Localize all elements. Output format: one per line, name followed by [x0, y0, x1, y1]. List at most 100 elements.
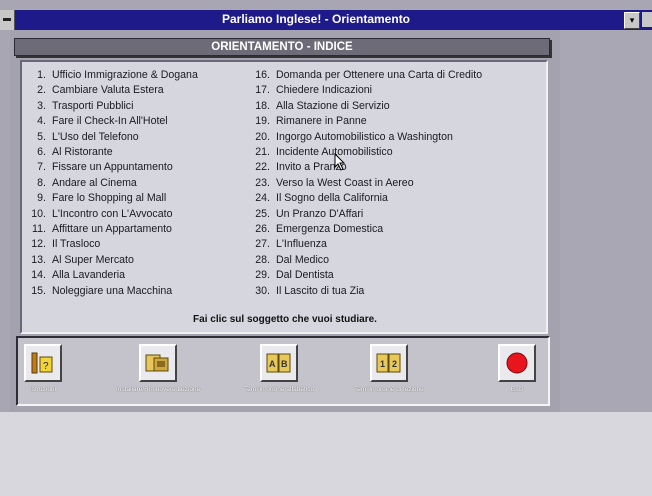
topic-number: 2. [37, 84, 46, 97]
topic-item[interactable]: 12. Il Trasloco [28, 237, 256, 252]
topic-item[interactable]: 19. Rimanere in Panne [252, 114, 542, 129]
alphabetical-book-icon[interactable]: A B [260, 344, 299, 382]
topic-item[interactable]: 23. Verso la West Coast in Aereo [252, 176, 542, 191]
topic-number: 20. [255, 130, 270, 143]
topic-item[interactable]: 3. Trasporti Pubblici [28, 99, 256, 114]
topic-item[interactable]: 13. Al Super Mercato [28, 253, 256, 268]
topic-number: 30. [255, 284, 270, 297]
topic-item[interactable]: 5. L'Uso del Telefono [28, 130, 256, 145]
install-lesson-tool[interactable]: Installare/Rimuovere Lezione [116, 344, 200, 393]
instructions-tool[interactable]: ? Istruzioni [24, 344, 62, 393]
topic-list-right: 16. Domanda per Ottenere una Carta di Cre… [252, 68, 542, 299]
lesson-order-label: Temi in ordine di lezione [354, 386, 424, 393]
topic-item[interactable]: 8. Andare al Cinema [28, 176, 256, 191]
topic-number: 16. [255, 69, 270, 81]
instruction-text: Fai clic sul soggetto che vuoi studiare. [193, 314, 377, 325]
topic-number: 19. [255, 115, 270, 128]
svg-text:A: A [269, 359, 276, 369]
topic-number: 11. [32, 223, 46, 236]
svg-text:2: 2 [392, 359, 397, 369]
topic-item[interactable]: 16. Domanda per Ottenere una Carta di Cre… [252, 68, 542, 83]
topic-number: 6. [37, 146, 46, 159]
topic-number: 3. [37, 99, 46, 112]
topic-label: L'Influenza [276, 238, 327, 251]
topic-label: Alla Lavanderia [52, 269, 126, 282]
topic-item[interactable]: 4. Fare il Check-In All'Hotel [28, 114, 256, 129]
topic-label: Fare il Check-In All'Hotel [52, 115, 168, 128]
topic-label: Il Lascito di tua Zia [276, 284, 365, 297]
topic-number: 15. [31, 284, 46, 297]
topic-number: 1. [37, 69, 46, 81]
topic-item[interactable]: 14. Alla Lavanderia [28, 268, 256, 283]
topic-item[interactable]: 24. Il Sogno della California [252, 191, 542, 206]
topic-item[interactable]: 26. Emergenza Domestica [252, 222, 542, 237]
topic-number: 4. [37, 115, 46, 128]
topic-label: Rimanere in Panne [276, 115, 367, 128]
topic-list-left: 1. Ufficio Immigrazione & Dogana 2. Cambiar… [28, 68, 256, 299]
topic-label: Dal Medico [276, 253, 329, 266]
lesson-order-book-icon[interactable]: 1 2 [369, 344, 408, 382]
topic-item[interactable]: 25. Un Pranzo D'Affari [252, 207, 542, 222]
alphabetical-order-tool[interactable]: A B Temi in ordine alfabetico [244, 344, 314, 393]
lesson-order-tool[interactable]: 1 2 Temi in ordine di lezione [354, 344, 424, 393]
topic-number: 22. [255, 161, 270, 174]
svg-text:1: 1 [380, 359, 385, 369]
topic-item[interactable]: 27. L'Influenza [252, 237, 542, 252]
window-title: Parliamo Inglese! - Orientamento [221, 12, 411, 26]
topic-list-panel: 1. Ufficio Immigrazione & Dogana 2. Cambiar… [20, 60, 548, 334]
topic-item[interactable]: 30. Il Lascito di tua Zia [252, 284, 542, 299]
topic-label: L'Incontro con L'Avvocato [52, 207, 173, 220]
topic-number: 27. [255, 238, 270, 251]
topic-item[interactable]: 21. Incidente Automobilistico [252, 145, 542, 160]
topic-number: 21. [255, 146, 270, 159]
topic-label: Chiedere Indicazioni [276, 84, 372, 97]
topic-item[interactable]: 15. Noleggiare una Macchina [28, 284, 256, 299]
topic-item[interactable]: 11. Affittare un Appartamento [28, 222, 256, 237]
topic-number: 24. [255, 192, 270, 205]
topic-label: Ufficio Immigrazione & Dogana [52, 69, 198, 81]
topic-item[interactable]: 1. Ufficio Immigrazione & Dogana [28, 68, 256, 83]
install-lesson-label: Installare/Rimuovere Lezione [116, 386, 201, 393]
topic-number: 14. [31, 269, 46, 282]
install-lesson-icon[interactable] [139, 344, 178, 382]
topic-item[interactable]: 28. Dal Medico [252, 253, 542, 268]
topic-number: 9. [37, 192, 46, 205]
topic-item[interactable]: 9. Fare lo Shopping al Mall [28, 191, 256, 206]
topic-number: 17. [255, 84, 270, 97]
topic-label: Ingorgo Automobilistico a Washington [276, 130, 453, 143]
topic-label: Andare al Cinema [52, 176, 137, 189]
topic-item[interactable]: 18. Alla Stazione di Servizio [252, 99, 542, 114]
exit-stop-icon[interactable] [498, 344, 536, 382]
topic-label: L'Uso del Telefono [52, 130, 139, 143]
topic-label: Fare lo Shopping al Mall [52, 192, 167, 205]
minimize-button[interactable]: ▾ [624, 12, 640, 29]
desktop-background-bottom [0, 412, 652, 496]
instructions-icon[interactable]: ? [24, 344, 62, 382]
topic-label: Verso la West Coast in Aereo [276, 176, 414, 189]
instructions-label: Istruzioni [29, 386, 56, 393]
topic-item[interactable]: 6. Al Ristorante [28, 145, 256, 160]
topic-item[interactable]: 17. Chiedere Indicazioni [252, 83, 542, 98]
topic-number: 5. [37, 130, 46, 143]
topic-number: 10. [31, 207, 46, 220]
topic-label: Un Pranzo D'Affari [276, 207, 364, 220]
index-header: ORIENTAMENTO - INDICE [14, 38, 550, 56]
topic-label: Affittare un Appartamento [52, 223, 172, 236]
topic-item[interactable]: 2. Cambiare Valuta Estera [28, 83, 256, 98]
toolbar: ? Istruzioni Installare/Rimuovere Lezion… [16, 336, 550, 406]
topic-label: Trasporti Pubblici [52, 99, 134, 112]
topic-item[interactable]: 7. Fissare un Appuntamento [28, 160, 256, 175]
topic-item[interactable]: 29. Dal Dentista [252, 268, 542, 283]
topic-item[interactable]: 10. L'Incontro con L'Avvocato [28, 207, 256, 222]
topic-label: Noleggiare una Macchina [52, 284, 173, 297]
topic-item[interactable]: 22. Invito a Pranzo [252, 160, 542, 175]
topic-label: Domanda per Ottenere una Carta di Credit… [276, 69, 483, 81]
orientation-window: ORIENTAMENTO - INDICE 1. Ufficio Immigraz… [10, 30, 560, 412]
topic-item[interactable]: 20. Ingorgo Automobilistico a Washington [252, 130, 542, 145]
alphabetical-order-label: Temi in ordine alfabetico [244, 386, 315, 393]
exit-tool[interactable]: Esci [498, 344, 536, 393]
maximize-button[interactable] [642, 12, 652, 27]
svg-text:?: ? [43, 361, 49, 372]
topic-number: 8. [37, 176, 46, 189]
title-bar[interactable]: Parliamo Inglese! - Orientamento ▾ [0, 10, 652, 30]
